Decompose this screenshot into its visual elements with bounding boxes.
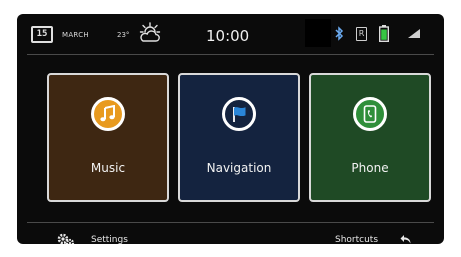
settings-label: Settings <box>91 235 128 244</box>
gears-icon <box>57 233 75 244</box>
partly-cloudy-icon <box>139 22 161 42</box>
status-placeholder <box>305 19 331 47</box>
signal-icon <box>408 29 420 38</box>
shortcuts-button[interactable]: Shortcuts <box>335 235 415 244</box>
phone-tile[interactable]: Phone <box>309 73 431 202</box>
r-status-icon: R <box>356 27 367 41</box>
car-display-screen: 15 MARCH 23° 10:00 R Music Navigation Ph… <box>17 14 444 244</box>
status-divider <box>27 54 434 55</box>
status-bar: 15 MARCH 23° 10:00 R <box>17 14 444 55</box>
bluetooth-icon <box>335 26 344 41</box>
month-label: MARCH <box>62 31 89 39</box>
shortcuts-label: Shortcuts <box>335 235 379 244</box>
navigation-tile[interactable]: Navigation <box>178 73 300 202</box>
navigation-icon-circle <box>222 97 256 131</box>
phone-icon <box>363 105 377 123</box>
calendar-date-icon: 15 <box>31 26 53 43</box>
flag-icon <box>233 107 246 122</box>
music-label: Music <box>90 161 126 175</box>
back-arrow-icon <box>400 235 411 244</box>
phone-icon-circle <box>353 97 387 131</box>
temperature-label: 23° <box>117 31 130 39</box>
phone-label: Phone <box>351 161 389 175</box>
bottom-divider <box>27 222 434 223</box>
navigation-label: Navigation <box>206 161 272 175</box>
battery-icon <box>379 25 389 42</box>
music-icon-circle <box>91 97 125 131</box>
music-note-icon <box>100 105 115 122</box>
clock: 10:00 <box>206 27 250 45</box>
music-tile[interactable]: Music <box>47 73 169 202</box>
